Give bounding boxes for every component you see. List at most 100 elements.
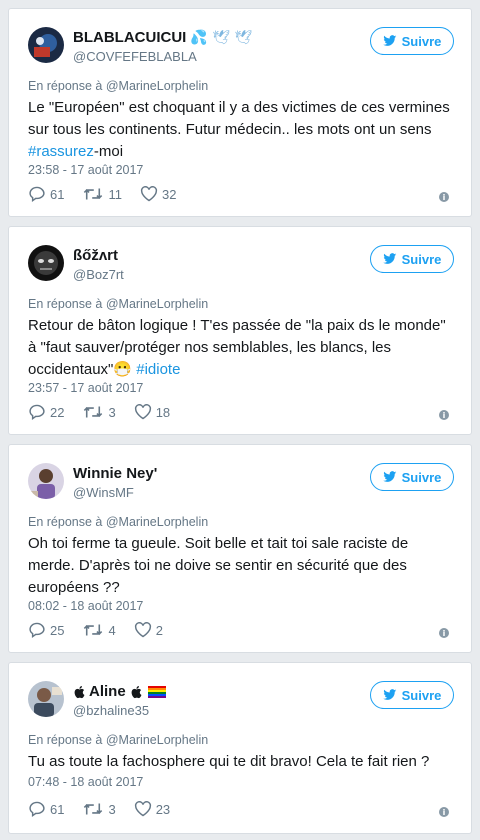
reply-icon xyxy=(29,186,45,202)
display-name[interactable]: Aline xyxy=(89,683,126,700)
follow-label: Suivre xyxy=(401,469,442,485)
reply-count: 25 xyxy=(50,622,65,638)
tweet-text: Retour de bâton logique ! T'es passée de… xyxy=(28,315,458,381)
avatar[interactable] xyxy=(28,245,64,281)
retweet-icon xyxy=(84,624,103,636)
retweet-count: 4 xyxy=(108,622,116,638)
timestamp[interactable]: 23:57 - 17 août 2017 xyxy=(28,381,143,395)
tweet-card[interactable]: Aline @bzhaline35 Suivre En réponse à @M… xyxy=(8,662,472,834)
user-handle[interactable]: @Boz7rt xyxy=(73,267,124,282)
rainbow-flag-icon xyxy=(147,685,166,698)
hashtag-link[interactable]: #idiote xyxy=(136,361,180,378)
retweet-count: 3 xyxy=(108,404,116,420)
like-button[interactable]: 2 xyxy=(134,622,163,638)
avatar[interactable] xyxy=(28,463,64,499)
heart-icon xyxy=(134,801,151,817)
retweet-icon xyxy=(84,188,103,200)
retweet-button[interactable]: 4 xyxy=(82,622,116,638)
display-name[interactable]: BLABLACUICUI xyxy=(73,29,186,46)
reply-count: 61 xyxy=(50,801,65,817)
info-icon[interactable]: i xyxy=(439,192,449,202)
like-count: 32 xyxy=(161,186,177,202)
reply-prefix: En réponse à xyxy=(28,297,103,311)
tweet-card[interactable]: ßőžʌrt @Boz7rt Suivre En réponse à @Mari… xyxy=(8,226,472,435)
like-button[interactable]: 23 xyxy=(134,801,170,817)
avatar[interactable] xyxy=(28,681,64,717)
retweet-button[interactable]: 11 xyxy=(82,186,122,202)
tweet-card[interactable]: BLABLACUICUI 💦 🕊 🕊 @COVFEFEBLABLA Suivre… xyxy=(8,8,472,217)
hashtag-link[interactable]: #rassurez xyxy=(28,143,94,160)
follow-bird-icon xyxy=(382,471,397,482)
heart-icon xyxy=(134,404,151,420)
tweet-actions: 25 4 2 xyxy=(28,622,163,638)
reply-count: 61 xyxy=(50,186,65,202)
reply-prefix: En réponse à xyxy=(28,79,103,93)
reply-button[interactable]: 61 xyxy=(28,186,64,202)
info-icon[interactable]: i xyxy=(439,807,449,817)
follow-label: Suivre xyxy=(401,687,442,703)
reply-count: 22 xyxy=(50,404,65,420)
follow-button[interactable]: Suivre xyxy=(370,463,454,491)
like-count: 23 xyxy=(155,801,171,817)
timestamp[interactable]: 23:58 - 17 août 2017 xyxy=(28,163,143,177)
follow-button[interactable]: Suivre xyxy=(370,245,454,273)
follow-bird-icon xyxy=(382,689,397,700)
tweet-text-body: Retour de bâton logique ! T'es passée de… xyxy=(28,317,446,378)
reply-mention[interactable]: @MarineLorphelin xyxy=(106,297,208,311)
tweet-text-body: Oh toi ferme ta gueule. Soit belle et ta… xyxy=(28,535,409,596)
reply-button[interactable]: 25 xyxy=(28,622,64,638)
tweet-actions: 61 3 23 xyxy=(28,801,170,817)
reply-icon xyxy=(29,622,45,638)
reply-mention[interactable]: @MarineLorphelin xyxy=(106,733,208,747)
reply-mention[interactable]: @MarineLorphelin xyxy=(106,515,208,529)
tweet-actions: 61 11 32 xyxy=(28,186,176,202)
user-handle[interactable]: @bzhaline35 xyxy=(73,703,149,718)
display-name[interactable]: ßőžʌrt xyxy=(73,247,118,264)
reply-prefix: En réponse à xyxy=(28,515,103,529)
tweet-text-tail: -moi xyxy=(93,143,124,160)
reply-button[interactable]: 22 xyxy=(28,404,64,420)
retweet-icon xyxy=(84,803,103,815)
tweet-card[interactable]: Winnie Ney' @WinsMF Suivre En réponse à … xyxy=(8,444,472,653)
follow-label: Suivre xyxy=(401,33,442,49)
retweet-button[interactable]: 3 xyxy=(82,404,116,420)
like-button[interactable]: 18 xyxy=(134,404,170,420)
user-handle[interactable]: @WinsMF xyxy=(73,485,134,500)
avatar[interactable] xyxy=(28,27,64,63)
retweet-button[interactable]: 3 xyxy=(82,801,116,817)
heart-icon xyxy=(140,186,158,202)
info-icon[interactable]: i xyxy=(439,628,449,638)
reply-context: En réponse à @MarineLorphelin xyxy=(28,515,208,529)
reply-icon xyxy=(29,801,45,817)
tweet-text: Tu as toute la fachosphere qui te dit br… xyxy=(28,751,458,773)
tweet-actions: 22 3 18 xyxy=(28,404,170,420)
retweet-count: 3 xyxy=(108,801,116,817)
like-count: 2 xyxy=(155,622,163,638)
heart-icon xyxy=(134,622,151,638)
follow-label: Suivre xyxy=(401,251,442,267)
reply-mention[interactable]: @MarineLorphelin xyxy=(106,79,208,93)
follow-bird-icon xyxy=(382,35,397,46)
tweet-text: Oh toi ferme ta gueule. Soit belle et ta… xyxy=(28,533,458,599)
apple-logo-icon xyxy=(131,685,142,698)
follow-button[interactable]: Suivre xyxy=(370,681,454,709)
reply-context: En réponse à @MarineLorphelin xyxy=(28,79,208,93)
reply-prefix: En réponse à xyxy=(28,733,103,747)
display-name[interactable]: Winnie Ney' xyxy=(73,465,157,482)
user-handle[interactable]: @COVFEFEBLABLA xyxy=(73,49,197,64)
follow-button[interactable]: Suivre xyxy=(370,27,454,55)
like-count: 18 xyxy=(155,404,171,420)
tweet-text: Le "Européen" est choquant il y a des vi… xyxy=(28,97,458,163)
reply-button[interactable]: 61 xyxy=(28,801,64,817)
tweet-feed: BLABLACUICUI 💦 🕊 🕊 @COVFEFEBLABLA Suivre… xyxy=(0,0,480,840)
follow-bird-icon xyxy=(382,253,397,264)
timestamp[interactable]: 08:02 - 18 août 2017 xyxy=(28,599,143,613)
tweet-text-body: Le "Européen" est choquant il y a des vi… xyxy=(28,99,450,138)
retweet-icon xyxy=(84,406,103,418)
info-icon[interactable]: i xyxy=(439,410,449,420)
name-emojis: 💦 🕊 🕊 xyxy=(190,29,253,46)
like-button[interactable]: 32 xyxy=(140,186,176,202)
tweet-text-body: Tu as toute la fachosphere qui te dit br… xyxy=(28,753,430,770)
reply-icon xyxy=(29,404,45,420)
timestamp[interactable]: 07:48 - 18 août 2017 xyxy=(28,775,143,789)
